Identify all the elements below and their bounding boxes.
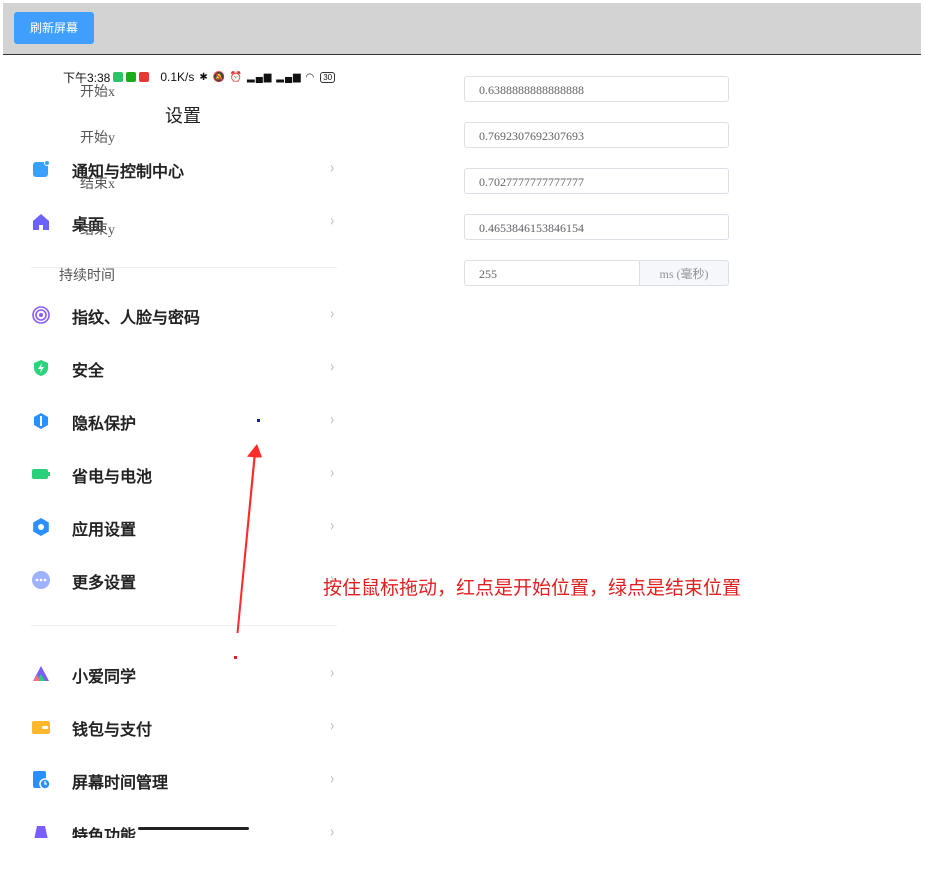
section-divider bbox=[31, 625, 337, 626]
feature-icon bbox=[34, 826, 48, 838]
battery-indicator: 30 bbox=[320, 71, 336, 83]
settings-item-label: 钱包与支付 bbox=[72, 720, 153, 739]
duration-label: 持续时间 bbox=[59, 269, 115, 284]
settings-item-xiaoai[interactable]: 小爱同学 › bbox=[3, 653, 363, 693]
settings-item-label: 指纹、人脸与密码 bbox=[72, 308, 201, 327]
duration-input[interactable]: 255 bbox=[464, 260, 640, 286]
settings-item-label: 应用设置 bbox=[72, 520, 137, 539]
chevron-right-icon: › bbox=[329, 211, 335, 230]
settings-item-label: 更多设置 bbox=[72, 573, 137, 592]
page-title: 设置 bbox=[165, 106, 201, 127]
start-x-label: 开始x bbox=[80, 85, 115, 100]
settings-item-app-settings[interactable]: 应用设置 › bbox=[3, 506, 363, 546]
app-badge-icon bbox=[139, 72, 150, 82]
settings-item-label: 屏幕时间管理 bbox=[72, 773, 169, 792]
settings-item-features[interactable]: 特色功能 › bbox=[3, 812, 363, 838]
chevron-right-icon: › bbox=[329, 716, 335, 735]
end-x-label: 结束x bbox=[80, 177, 115, 192]
settings-item-label: 小爱同学 bbox=[72, 667, 137, 686]
chevron-right-icon: › bbox=[329, 304, 335, 323]
settings-item-battery[interactable]: 省电与电池 › bbox=[3, 453, 363, 493]
toolbar: 刷新屏幕 bbox=[3, 3, 921, 55]
xiaoai-icon bbox=[33, 666, 49, 681]
gear-icon bbox=[33, 518, 49, 536]
chevron-right-icon: › bbox=[329, 410, 335, 429]
settings-item-fingerprint[interactable]: 指纹、人脸与密码 › bbox=[3, 294, 363, 334]
settings-item-label: 省电与电池 bbox=[72, 467, 153, 486]
chevron-right-icon: › bbox=[329, 516, 335, 535]
chevron-right-icon: › bbox=[329, 769, 335, 788]
start-point-marker bbox=[234, 656, 237, 659]
chevron-right-icon: › bbox=[329, 822, 335, 838]
chevron-right-icon: › bbox=[329, 463, 335, 482]
wallet-icon bbox=[32, 721, 50, 734]
end-y-label: 结束y bbox=[80, 223, 115, 238]
refresh-screen-button[interactable]: 刷新屏幕 bbox=[14, 12, 94, 44]
wechat-icon bbox=[126, 72, 137, 82]
chevron-right-icon: › bbox=[329, 357, 335, 376]
settings-item-screen-time[interactable]: 屏幕时间管理 › bbox=[3, 759, 363, 799]
settings-item-privacy[interactable]: 隐私保护 › bbox=[3, 400, 363, 440]
gesture-nav-bar[interactable] bbox=[138, 827, 249, 830]
start-x-input[interactable]: 0.6388888888888888 bbox=[464, 76, 729, 102]
status-icons: ✱ 🔕 ⏰ ▂▄▆ ▂▄▆ ◠ bbox=[199, 71, 316, 83]
settings-item-label: 安全 bbox=[72, 361, 105, 380]
settings-item-more[interactable]: 更多设置 › bbox=[3, 559, 363, 599]
screen-time-icon bbox=[33, 771, 50, 789]
end-y-input[interactable]: 0.4653846153846154 bbox=[464, 214, 729, 240]
more-icon bbox=[32, 571, 50, 589]
end-x-input[interactable]: 0.7027777777777777 bbox=[464, 168, 729, 194]
settings-item-security[interactable]: 安全 › bbox=[3, 347, 363, 387]
start-y-input[interactable]: 0.7692307692307693 bbox=[464, 122, 729, 148]
settings-item-label: 隐私保护 bbox=[72, 414, 137, 433]
chevron-right-icon: › bbox=[329, 663, 335, 682]
settings-item-wallet[interactable]: 钱包与支付 › bbox=[3, 706, 363, 746]
fingerprint-icon bbox=[32, 306, 50, 324]
privacy-icon bbox=[34, 413, 48, 429]
instruction-text: 按住鼠标拖动，红点是开始位置，绿点是结束位置 bbox=[323, 577, 742, 599]
shield-icon bbox=[34, 360, 48, 376]
end-point-marker bbox=[257, 419, 260, 422]
network-speed: 0.1K/s bbox=[160, 70, 195, 84]
start-y-label: 开始y bbox=[80, 131, 115, 146]
battery-icon bbox=[32, 469, 50, 479]
settings-item-label: 特色功能 bbox=[72, 826, 137, 838]
duration-unit-suffix: ms (毫秒) bbox=[640, 260, 729, 286]
chevron-right-icon: › bbox=[329, 158, 335, 177]
